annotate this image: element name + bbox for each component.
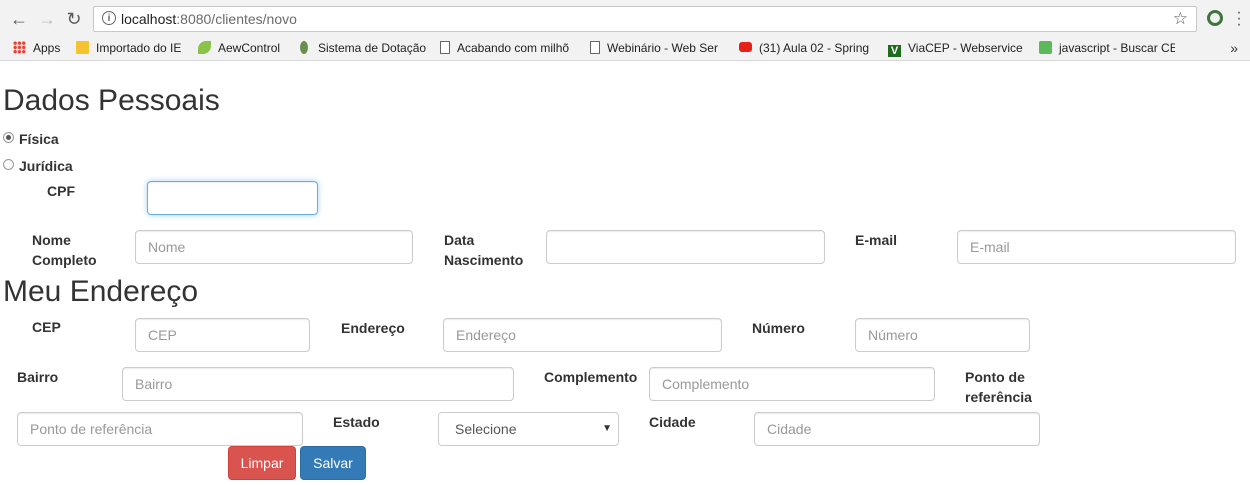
viacep-icon: V bbox=[888, 45, 901, 57]
bookmark-acabando[interactable]: Acabando com milhõ bbox=[440, 41, 575, 57]
cep-label: CEP bbox=[32, 319, 61, 335]
bookmarks-bar: Apps Importado do IE AewControl Sistema … bbox=[0, 38, 1250, 61]
endereco-input[interactable] bbox=[443, 318, 722, 352]
numero-label: Número bbox=[752, 320, 805, 336]
bookmark-star-icon[interactable]: ☆ bbox=[1173, 9, 1188, 29]
folder-icon bbox=[76, 41, 89, 54]
page-icon bbox=[590, 41, 600, 54]
estado-selected-value: Selecione bbox=[455, 421, 517, 437]
ponto-referencia-label: Ponto de referência bbox=[965, 367, 1032, 407]
nome-label-line1: Nome bbox=[32, 232, 71, 248]
url-text: localhost:8080/clientes/novo bbox=[121, 11, 297, 27]
reload-icon[interactable]: ↻ bbox=[64, 9, 84, 29]
bookmark-aewcontrol[interactable]: AewControl bbox=[198, 41, 280, 57]
cep-input[interactable] bbox=[135, 318, 310, 352]
limpar-button[interactable]: Limpar bbox=[228, 446, 296, 480]
bookmarks-more-icon[interactable]: » bbox=[1230, 40, 1238, 56]
menu-icon[interactable]: · · · bbox=[1236, 5, 1242, 33]
bookmark-viacep[interactable]: V ViaCEP - Webservice bbox=[888, 41, 1023, 57]
email-input[interactable] bbox=[957, 230, 1236, 264]
bairro-input[interactable] bbox=[122, 367, 514, 401]
data-nascimento-input[interactable] bbox=[546, 230, 825, 264]
section-title-address: Meu Endereço bbox=[3, 275, 199, 308]
bookmark-aula[interactable]: (31) Aula 02 - Spring bbox=[739, 41, 872, 57]
info-icon[interactable]: i bbox=[102, 11, 116, 25]
browser-toolbar: ← → ↻ i localhost:8080/clientes/novo ☆ ·… bbox=[0, 0, 1250, 38]
complemento-label: Complemento bbox=[544, 369, 638, 385]
ponto-referencia-input[interactable] bbox=[17, 412, 303, 446]
page-icon bbox=[440, 41, 450, 54]
section-title-personal: Dados Pessoais bbox=[3, 84, 220, 117]
cpf-label: CPF bbox=[47, 183, 75, 199]
nasc-label-line1: Data bbox=[444, 232, 475, 248]
estado-select[interactable]: Selecione ▼ bbox=[438, 412, 619, 446]
youtube-icon bbox=[739, 42, 752, 52]
endereco-label: Endereço bbox=[341, 320, 405, 336]
bookmark-webinario[interactable]: Webinário - Web Ser bbox=[590, 41, 724, 57]
nasc-label-line2: Nascimento bbox=[444, 252, 524, 268]
bookmark-apps[interactable]: Apps bbox=[13, 41, 60, 57]
forward-icon[interactable]: → bbox=[37, 9, 57, 29]
cpf-input[interactable] bbox=[147, 181, 318, 215]
address-bar[interactable]: i localhost:8080/clientes/novo ☆ bbox=[93, 6, 1197, 32]
radio-juridica-label[interactable]: Jurídica bbox=[19, 156, 73, 176]
radio-fisica-label[interactable]: Física bbox=[19, 129, 59, 149]
bookmark-sistema[interactable]: Sistema de Dotação bbox=[298, 41, 426, 57]
dropdown-caret-icon: ▼ bbox=[602, 423, 612, 434]
cidade-label: Cidade bbox=[649, 414, 696, 430]
stackoverflow-icon bbox=[1039, 41, 1052, 54]
back-icon[interactable]: ← bbox=[9, 9, 29, 29]
nome-input[interactable] bbox=[135, 230, 413, 264]
numero-input[interactable] bbox=[855, 318, 1030, 352]
estado-label: Estado bbox=[333, 414, 380, 430]
complemento-input[interactable] bbox=[649, 367, 935, 401]
email-label: E-mail bbox=[855, 232, 898, 248]
ponto-label-line2: referência bbox=[965, 389, 1032, 405]
dot-icon bbox=[300, 41, 308, 54]
leaf-icon bbox=[198, 41, 211, 54]
bookmark-importado[interactable]: Importado do IE bbox=[76, 41, 181, 57]
bairro-label: Bairro bbox=[17, 369, 59, 385]
extension-icon[interactable] bbox=[1207, 10, 1223, 26]
radio-juridica[interactable] bbox=[3, 159, 14, 170]
data-nascimento-label: Data Nascimento bbox=[444, 230, 523, 270]
ponto-label-line1: Ponto de bbox=[965, 369, 1025, 385]
nome-label: Nome Completo bbox=[32, 230, 97, 270]
salvar-button[interactable]: Salvar bbox=[300, 446, 366, 480]
cidade-input[interactable] bbox=[754, 412, 1040, 446]
bookmark-javascript[interactable]: javascript - Buscar CE bbox=[1039, 41, 1175, 57]
radio-fisica[interactable] bbox=[3, 132, 14, 143]
apps-grid-icon bbox=[13, 41, 26, 54]
nome-label-line2: Completo bbox=[32, 252, 97, 268]
